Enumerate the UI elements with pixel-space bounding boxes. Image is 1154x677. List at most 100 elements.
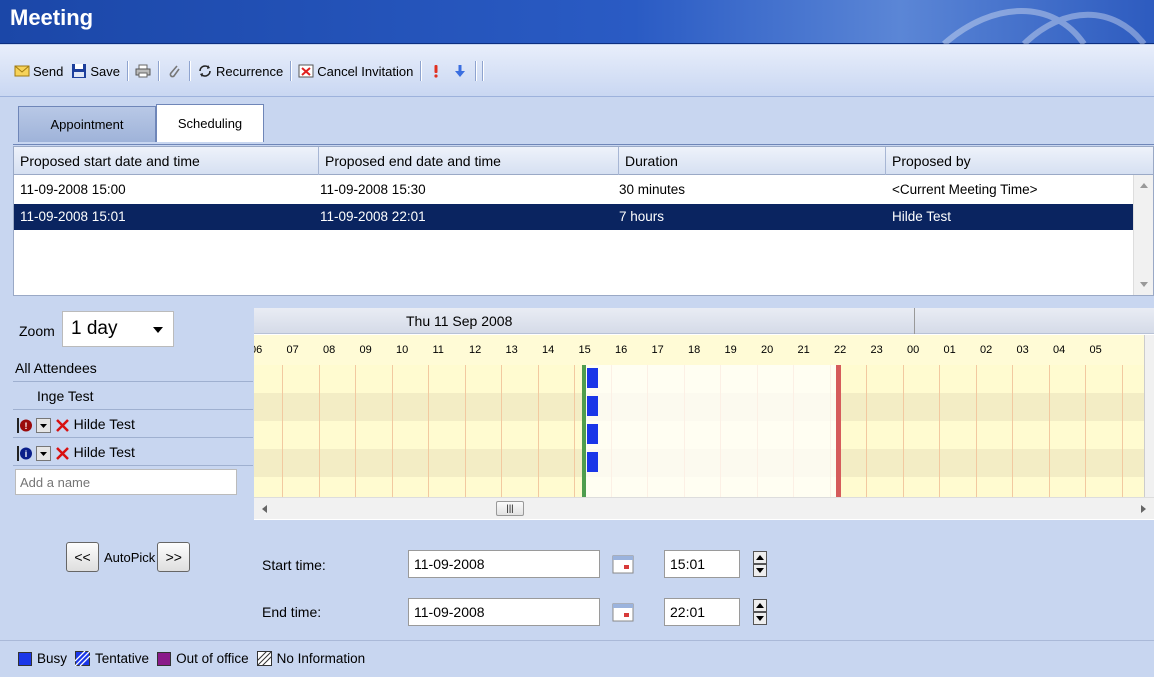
tab-divider — [13, 144, 1154, 145]
schedule-body[interactable] — [254, 365, 1144, 497]
required-attendee-icon[interactable]: ! — [17, 417, 32, 433]
send-button[interactable]: Send — [10, 60, 67, 82]
toolbar-separator — [482, 61, 484, 81]
dropdown-arrow-icon[interactable] — [35, 417, 51, 433]
window-title: Meeting — [10, 5, 94, 30]
meeting-end-marker[interactable] — [836, 365, 841, 497]
toolbar-separator — [158, 61, 160, 81]
high-importance-button[interactable] — [424, 60, 448, 82]
hour-label: 12 — [469, 344, 482, 356]
recurrence-icon — [199, 65, 211, 77]
low-importance-button[interactable] — [448, 60, 472, 82]
proposals-table: Proposed start date and time Proposed en… — [13, 146, 1154, 296]
print-button[interactable] — [131, 60, 155, 82]
autopick-previous-button[interactable]: << — [66, 542, 99, 572]
busy-block — [587, 452, 598, 472]
hour-gridline — [501, 365, 502, 497]
hour-label: 07 — [286, 344, 299, 356]
hour-label: 01 — [943, 344, 956, 356]
meeting-start-marker[interactable] — [582, 365, 586, 497]
hour-gridline — [537, 365, 539, 497]
day-divider — [914, 308, 915, 334]
no-information-swatch-icon — [256, 651, 272, 666]
hour-label: 13 — [505, 344, 518, 356]
scroll-thumb[interactable]: ||| — [496, 501, 524, 516]
scroll-right-icon[interactable] — [1141, 505, 1146, 513]
attach-button[interactable] — [162, 60, 186, 82]
column-header[interactable]: Proposed start date and time — [14, 147, 319, 175]
schedule-date: Thu 11 Sep 2008 — [406, 313, 513, 329]
send-label: Send — [33, 63, 64, 79]
schedule-horizontal-scrollbar[interactable]: ||| — [254, 497, 1154, 519]
floppy-disk-icon — [72, 64, 87, 78]
meeting-time-range — [584, 365, 837, 497]
scroll-down-icon[interactable] — [1140, 282, 1148, 287]
hour-label: 18 — [688, 344, 701, 356]
all-attendees-row: All Attendees — [13, 354, 253, 382]
end-date-input[interactable]: 11-09-2008 — [408, 598, 600, 626]
hour-label: 16 — [615, 344, 628, 356]
out-of-office-swatch-icon — [157, 651, 172, 666]
calendar-icon[interactable] — [612, 602, 634, 622]
column-header[interactable]: Proposed by — [886, 147, 1153, 175]
toolbar-separator — [420, 61, 422, 81]
remove-attendee-icon[interactable] — [55, 446, 70, 461]
start-time-spinner-icon[interactable] — [753, 551, 767, 577]
add-name-input[interactable] — [15, 469, 237, 495]
hour-label: 19 — [724, 344, 737, 356]
end-time-spinner-icon[interactable] — [753, 599, 767, 625]
zoom-label: Zoom — [19, 323, 55, 339]
start-time-input[interactable]: 15:01 — [664, 550, 740, 578]
calendar-icon[interactable] — [612, 554, 634, 574]
toolbar-separator — [475, 61, 477, 81]
save-button[interactable]: Save — [67, 60, 124, 82]
busy-block — [587, 396, 598, 416]
tab-scheduling[interactable]: Scheduling — [156, 104, 264, 142]
table-cell: 11-09-2008 15:00 — [20, 182, 126, 197]
hour-label: 04 — [1053, 344, 1066, 356]
schedule-vertical-scrollbar[interactable] — [1144, 335, 1154, 497]
table-row-selected[interactable]: 11-09-2008 15:01 11-09-2008 22:01 7 hour… — [14, 204, 1135, 230]
attendee-row[interactable]: ! Hilde Test — [13, 410, 253, 438]
down-arrow-icon — [455, 65, 466, 77]
autopick-next-button[interactable]: >> — [157, 542, 191, 572]
column-header[interactable]: Proposed end date and time — [319, 147, 619, 175]
scroll-left-icon[interactable] — [262, 505, 267, 513]
dropdown-arrow-icon[interactable] — [35, 445, 51, 461]
paperclip-icon — [169, 65, 180, 78]
hour-label: 02 — [980, 344, 993, 356]
start-date-input[interactable]: 11-09-2008 — [408, 550, 600, 578]
proposals-scrollbar[interactable] — [1133, 175, 1153, 295]
hour-gridline — [1121, 365, 1123, 497]
remove-attendee-icon[interactable] — [55, 418, 70, 433]
start-time-label: Start time: — [262, 557, 326, 573]
hour-gridline — [464, 365, 466, 497]
table-cell: 30 minutes — [619, 182, 686, 197]
hour-label: 23 — [870, 344, 883, 356]
scroll-up-icon[interactable] — [1140, 183, 1148, 188]
tab-strip: Appointment Scheduling — [0, 97, 1154, 147]
attendee-name: Hilde Test — [73, 416, 135, 432]
autopick-group: << AutoPick >> — [66, 542, 191, 572]
cancel-invitation-button[interactable]: Cancel Invitation — [294, 60, 417, 82]
legend-label: Out of office — [176, 651, 249, 666]
column-header[interactable]: Duration — [619, 147, 886, 175]
toolbar-separator — [290, 61, 292, 81]
hour-label: 17 — [651, 344, 664, 356]
hour-label: 15 — [578, 344, 591, 356]
attendee-row[interactable]: Inge Test — [13, 382, 253, 410]
zoom-select[interactable]: 1 day — [62, 311, 174, 347]
recurrence-button[interactable]: Recurrence — [193, 60, 287, 82]
tentative-swatch-icon — [75, 651, 91, 666]
hour-label: 14 — [542, 344, 555, 356]
optional-attendee-icon[interactable]: i — [17, 445, 32, 461]
svg-text:!: ! — [25, 421, 28, 431]
tab-appointment[interactable]: Appointment — [18, 106, 156, 142]
hour-gridline — [574, 365, 575, 497]
end-time-input[interactable]: 22:01 — [664, 598, 740, 626]
printer-icon — [135, 64, 151, 78]
attendee-row[interactable]: i Hilde Test — [13, 438, 253, 466]
envelope-icon — [14, 65, 30, 77]
table-row[interactable]: 11-09-2008 15:00 11-09-2008 15:30 30 min… — [14, 177, 1135, 203]
hour-label: 03 — [1016, 344, 1029, 356]
